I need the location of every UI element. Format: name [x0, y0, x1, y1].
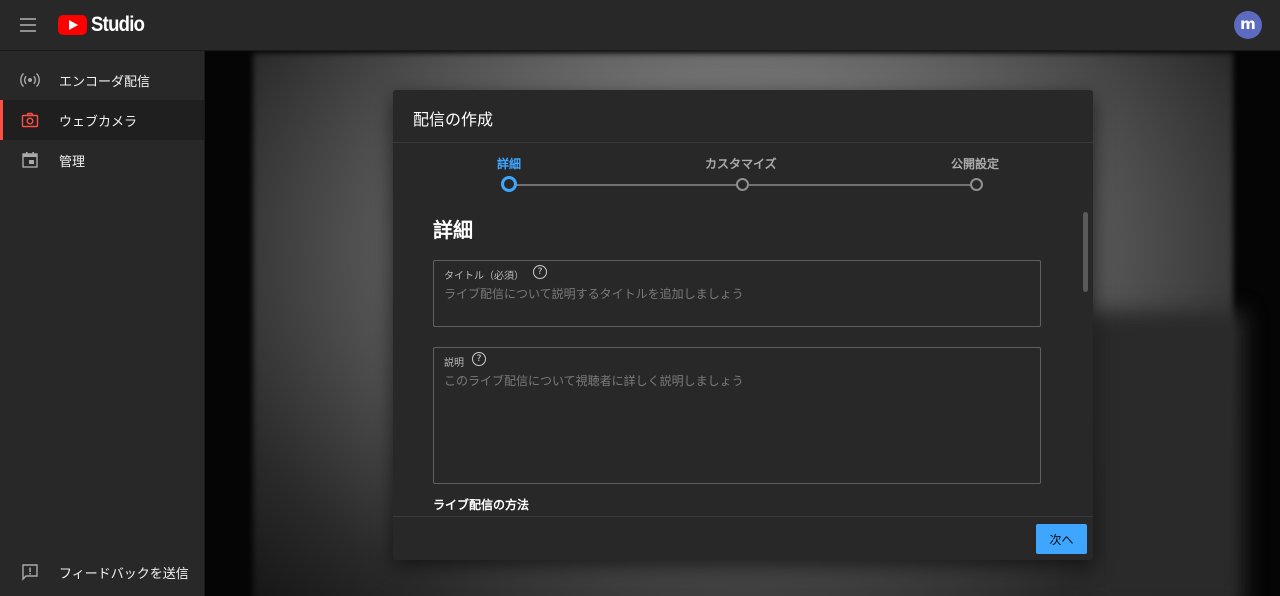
step-customize-dot[interactable]	[736, 178, 749, 191]
next-button[interactable]: 次へ	[1036, 524, 1087, 554]
description-help-icon[interactable]: ?	[472, 352, 486, 366]
youtube-play-icon	[58, 15, 87, 35]
feedback-icon	[22, 564, 38, 581]
dialog-scrollbar[interactable]	[1083, 212, 1088, 292]
step-connector	[516, 184, 742, 186]
send-feedback-button[interactable]: フィードバックを送信	[0, 552, 204, 592]
step-details-dot[interactable]	[501, 176, 517, 192]
sidebar-item-label: ウェブカメラ	[59, 115, 138, 130]
dialog-content: 詳細 タイトル（必須） ? ライブ配信について説明するタイトルを追加しましょう …	[393, 196, 1093, 516]
description-field[interactable]: 説明 ? このライブ配信について視聴者に詳しく説明しましょう	[433, 347, 1041, 484]
sidebar-item-encoder-stream[interactable]: エンコーダ配信	[0, 60, 204, 100]
step-connector	[749, 184, 971, 186]
account-avatar[interactable]: m	[1234, 11, 1262, 39]
broadcast-icon	[20, 73, 40, 87]
dialog-footer: 次へ	[393, 516, 1093, 560]
sidebar-item-manage[interactable]: 管理	[0, 140, 204, 180]
section-title: 詳細	[433, 218, 473, 242]
description-field-label: 説明	[444, 358, 464, 369]
create-stream-dialog: 配信の作成 詳細 カスタマイズ 公開設定 詳細 タイトル（必須） ? ライブ配信…	[393, 90, 1093, 560]
dialog-header: 配信の作成	[393, 90, 1093, 143]
title-help-icon[interactable]: ?	[533, 265, 547, 279]
stepper: 詳細 カスタマイズ 公開設定	[393, 144, 1093, 196]
step-customize-label[interactable]: カスタマイズ	[705, 155, 777, 172]
sidebar: エンコーダ配信 ウェブカメラ 管理 フィードバックを送信	[0, 51, 205, 596]
sidebar-item-webcam[interactable]: ウェブカメラ	[0, 100, 204, 140]
title-field-label: タイトル（必須）	[444, 271, 524, 282]
dialog-title: 配信の作成	[413, 110, 494, 129]
logo-text: Studio	[91, 13, 145, 36]
description-placeholder: このライブ配信について視聴者に詳しく説明しましょう	[444, 374, 744, 388]
top-app-bar: Studio m	[0, 0, 1280, 51]
title-placeholder: ライブ配信について説明するタイトルを追加しましょう	[444, 287, 744, 301]
calendar-icon	[22, 152, 38, 168]
sidebar-item-label: 管理	[59, 155, 86, 170]
camera-icon	[21, 112, 39, 128]
step-visibility-dot[interactable]	[970, 178, 983, 191]
title-field[interactable]: タイトル（必須） ? ライブ配信について説明するタイトルを追加しましょう	[433, 260, 1041, 327]
hamburger-menu-icon[interactable]	[18, 14, 40, 36]
sidebar-item-label: エンコーダ配信	[59, 75, 151, 90]
step-details-label[interactable]: 詳細	[497, 155, 521, 172]
stream-method-heading: ライブ配信の方法	[433, 498, 530, 512]
webcam-shadow	[1085, 311, 1245, 596]
youtube-studio-logo[interactable]: Studio	[58, 12, 152, 38]
feedback-label: フィードバックを送信	[59, 567, 189, 582]
step-visibility-label[interactable]: 公開設定	[951, 155, 999, 172]
